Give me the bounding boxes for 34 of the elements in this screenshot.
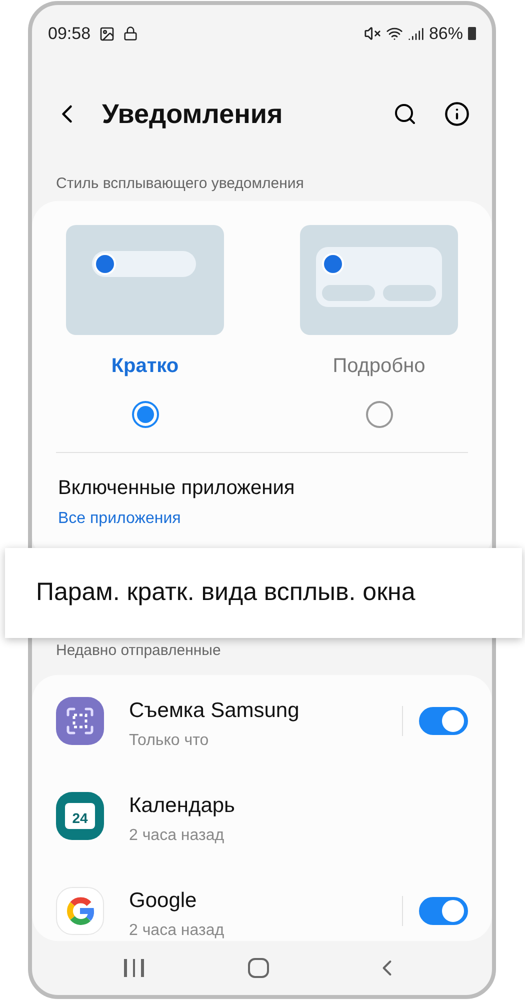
wifi-icon	[386, 25, 403, 42]
enabled-apps-title[interactable]: Включенные приложения	[58, 473, 458, 503]
toggle-switch[interactable]	[419, 707, 468, 735]
home-nav-button[interactable]	[248, 958, 270, 978]
lock-icon	[122, 26, 138, 42]
section-header: Стиль всплывающего уведомления	[55, 174, 305, 194]
status-time: 09:58	[48, 23, 91, 45]
battery-icon	[468, 27, 476, 40]
mute-icon	[364, 25, 381, 42]
app-name: Календарь	[129, 793, 236, 819]
section-header: Недавно отправленные	[55, 641, 222, 661]
capture-app-icon	[56, 697, 104, 745]
calendar-app-icon: 24	[56, 792, 104, 840]
info-button[interactable]	[442, 99, 472, 129]
search-icon	[393, 102, 417, 126]
radio-button[interactable]	[132, 401, 158, 428]
recent-apps-nav-button[interactable]	[124, 959, 144, 977]
toggle-switch[interactable]	[419, 897, 468, 925]
app-time: 2 часа назад	[129, 826, 226, 846]
google-g-icon	[56, 887, 104, 935]
all-apps-link[interactable]: Все приложения	[58, 507, 181, 531]
app-time: 2 часа назад	[129, 920, 226, 940]
signal-icon	[408, 26, 424, 42]
page-title: Уведомления	[102, 98, 284, 131]
battery-percent: 86%	[428, 23, 463, 45]
image-icon	[98, 26, 115, 42]
info-icon	[444, 101, 470, 127]
radio-button[interactable]	[366, 401, 392, 428]
app-time: Только что	[129, 730, 210, 750]
app-name: Google	[129, 888, 198, 914]
style-option-label: Подробно	[332, 354, 426, 379]
app-name: Съемка Samsung	[129, 698, 300, 724]
callout-text: Парам. кратк. вида всплыв. окна	[36, 577, 416, 608]
style-option-label: Кратко	[111, 354, 179, 379]
